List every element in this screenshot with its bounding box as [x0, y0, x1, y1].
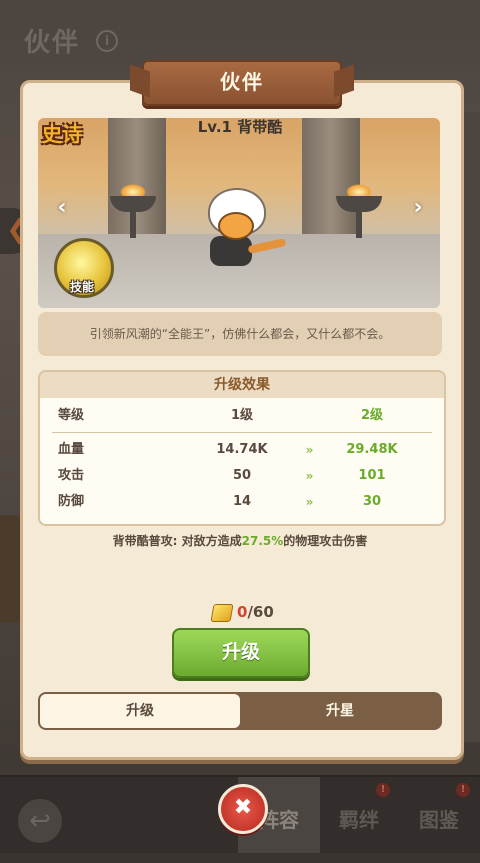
- title-banner: 伙伴: [142, 60, 342, 106]
- cost-owned: 0: [237, 603, 248, 621]
- notification-badge: !: [456, 783, 470, 797]
- background-page-title: 伙伴: [24, 28, 81, 58]
- current-value: 50: [232, 468, 252, 483]
- nav-tab-collection[interactable]: 图鉴 !: [398, 777, 480, 853]
- next-hero-arrow-icon[interactable]: ›: [406, 196, 430, 220]
- effects-title: 升级效果: [40, 372, 444, 398]
- info-icon: i: [96, 30, 118, 52]
- back-icon[interactable]: ↩: [18, 799, 62, 843]
- level-row: 等级 1级 2级: [40, 404, 444, 428]
- prev-hero-arrow-icon[interactable]: ‹: [50, 196, 74, 220]
- gem-icon: [210, 603, 234, 622]
- stat-label: 防御: [58, 494, 85, 509]
- nav-tab-bonds[interactable]: 羁绊 !: [318, 777, 400, 853]
- stat-label: 血量: [58, 442, 85, 457]
- background-card: [0, 515, 22, 623]
- nav-tab-label: 图鉴: [419, 808, 459, 832]
- tab-upgrade[interactable]: 升级: [40, 694, 240, 728]
- increase-arrow-icon: »: [305, 443, 314, 457]
- attack-suffix: 的物理攻击伤害: [283, 534, 368, 548]
- mode-tabs: 升级 升星: [38, 692, 442, 730]
- panel-title: 伙伴: [220, 70, 264, 94]
- stat-label: 攻击: [58, 468, 85, 483]
- upgrade-effects-table: 升级效果 等级 1级 2级 血量 14.74K » 29.48K 攻击 50 »…: [38, 370, 446, 526]
- next-level: 2级: [360, 408, 384, 423]
- current-value: 14.74K: [216, 442, 268, 457]
- upgrade-button[interactable]: 升级: [172, 628, 310, 678]
- increase-arrow-icon: »: [305, 495, 314, 509]
- next-value: 30: [362, 494, 382, 509]
- tab-star-up[interactable]: 升星: [240, 694, 440, 728]
- next-value: 29.48K: [346, 442, 398, 457]
- stat-row: 攻击 50 » 101: [40, 464, 444, 488]
- hero-character: [200, 186, 290, 276]
- current-value: 14: [232, 494, 252, 509]
- cost-required: /60: [247, 603, 274, 621]
- attack-value: 27.5%: [241, 534, 284, 548]
- notification-badge: !: [376, 783, 390, 797]
- hero-name: Lv.1 背带酷: [197, 118, 283, 136]
- attack-prefix: 背带酷普攻: 对敌方造成: [112, 534, 242, 548]
- stat-row: 防御 14 » 30: [40, 490, 444, 514]
- increase-arrow-icon: »: [305, 469, 314, 483]
- next-value: 101: [358, 468, 386, 483]
- hero-description: 引领新风潮的“全能王”，仿佛什么都会，又什么都不会。: [38, 312, 442, 356]
- divider: [52, 432, 432, 433]
- skill-label: 技能: [70, 280, 95, 294]
- close-icon[interactable]: ✖: [218, 784, 268, 834]
- brazier-icon: [106, 184, 160, 238]
- attack-description: 背带酷普攻: 对敌方造成27.5%的物理攻击伤害: [38, 532, 442, 549]
- stat-label: 等级: [58, 408, 85, 423]
- brazier-icon: [332, 184, 386, 238]
- stat-row: 血量 14.74K » 29.48K: [40, 438, 444, 462]
- current-level: 1级: [230, 408, 254, 423]
- nav-tab-label: 羁绊: [339, 808, 379, 832]
- rarity-label: 史诗: [42, 122, 82, 146]
- upgrade-cost: 0/60: [210, 600, 274, 624]
